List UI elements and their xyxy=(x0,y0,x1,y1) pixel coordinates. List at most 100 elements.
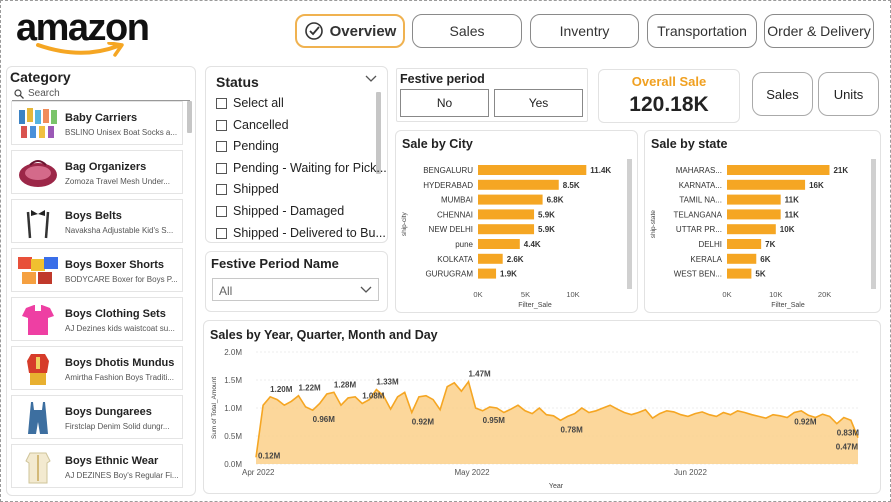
tab-label: Order & Delivery xyxy=(767,23,871,39)
data-label: 1.22M xyxy=(298,384,321,393)
chevron-down-icon[interactable] xyxy=(365,75,377,83)
status-option-shipped-damaged[interactable]: Shipped - Damaged xyxy=(216,204,344,218)
city-bar-chart: Sale by City BENGALURU 11.4K HYDERABAD 8.5K M… xyxy=(401,137,632,309)
checkbox-icon xyxy=(216,183,227,195)
data-label: 1.9K xyxy=(500,270,517,279)
data-label: 0.83M xyxy=(837,429,860,438)
category-item-baby-carriers[interactable]: Baby Carriers BSLINO Unisex Boat Socks a… xyxy=(11,101,183,145)
bag-thumbnail-icon xyxy=(19,160,57,187)
status-option-label: Shipped - Damaged xyxy=(233,204,345,218)
checkbox-icon xyxy=(216,119,227,131)
category-desc: Navaksha Adjustable Kid's S... xyxy=(65,226,174,235)
x-tick-label: 0K xyxy=(722,290,731,299)
data-label: 0.12M xyxy=(258,451,281,460)
data-label: 0.47M xyxy=(836,443,859,452)
bar xyxy=(727,253,757,264)
data-label: 8.5K xyxy=(563,181,580,190)
festive-name-dropdown[interactable]: All xyxy=(212,278,379,301)
x-tick-label: 10K xyxy=(566,290,579,299)
status-option-cancelled[interactable]: Cancelled xyxy=(216,118,289,132)
festive-name-title: Festive Period Name xyxy=(211,256,339,271)
bar xyxy=(478,209,535,220)
festive-no-button[interactable]: No xyxy=(400,89,489,117)
y-axis-label: Sum of Total_Amount xyxy=(211,377,218,439)
x-tick-label: 20K xyxy=(818,290,831,299)
category-desc: BSLINO Unisex Boat Socks a... xyxy=(65,128,178,137)
metric-label: Sales xyxy=(766,86,799,102)
status-option-pending[interactable]: Pending xyxy=(216,139,279,153)
category-name: Boys Clothing Sets xyxy=(65,308,166,320)
category-item-bag-organizers[interactable]: Bag Organizers Zomoza Travel Mesh Under.… xyxy=(11,150,183,194)
category-item-boys-dhotis-mundus[interactable]: Boys Dhotis Mundus Amirtha Fashion Boys … xyxy=(11,346,183,390)
status-option-shipped[interactable]: Shipped xyxy=(216,182,279,196)
data-label: 0.95M xyxy=(483,416,506,425)
category-label: HYDERABAD xyxy=(423,181,473,190)
bar xyxy=(478,194,543,205)
tab-order-delivery[interactable]: Order & Delivery xyxy=(764,14,874,48)
x-axis-label: Filter_Sale xyxy=(518,302,552,309)
category-scrollbar[interactable] xyxy=(187,101,192,133)
category-label: KERALA xyxy=(690,255,722,264)
category-desc: AJ Dezines kids waistcoat su... xyxy=(65,324,175,333)
tab-label: Transportation xyxy=(657,23,747,39)
chevron-down-icon xyxy=(360,286,372,293)
status-option-shipped-delivered[interactable]: Shipped - Delivered to Bu... xyxy=(216,226,386,240)
bar xyxy=(727,224,776,235)
y-tick-label: 1.5M xyxy=(224,376,242,385)
category-title: Category xyxy=(10,69,71,85)
x-axis-label: Filter_Sale xyxy=(771,302,805,309)
x-tick-label: 10K xyxy=(769,290,782,299)
bar xyxy=(478,165,587,175)
y-tick-label: 2.0M xyxy=(224,348,242,357)
category-desc: BODYCARE Boxer for Boys P... xyxy=(65,275,178,284)
tab-transportation[interactable]: Transportation xyxy=(647,14,757,48)
metric-units-button[interactable]: Units xyxy=(818,72,879,116)
category-item-boys-dungarees[interactable]: Boys Dungarees Firstclap Denim Solid dun… xyxy=(11,395,183,439)
suspenders-thumbnail-icon xyxy=(26,210,50,239)
tab-inventry[interactable]: Inventry xyxy=(530,14,639,48)
category-name: Boys Ethnic Wear xyxy=(65,455,159,467)
category-label: TELANGANA xyxy=(674,210,723,219)
x-axis-label: Year xyxy=(549,483,564,490)
bar xyxy=(727,268,752,279)
tab-overview[interactable]: Overview xyxy=(295,14,405,48)
checkbox-icon xyxy=(216,227,227,239)
tab-label: Sales xyxy=(449,23,485,39)
category-search[interactable]: Search xyxy=(14,88,60,99)
category-item-boys-clothing-sets[interactable]: Boys Clothing Sets AJ Dezines kids waist… xyxy=(11,297,183,341)
chart-scrollbar xyxy=(871,159,876,289)
tab-sales[interactable]: Sales xyxy=(412,14,522,48)
bar xyxy=(478,268,497,279)
category-label: pune xyxy=(455,240,473,249)
data-label: 5K xyxy=(755,270,765,279)
category-item-boys-ethnic-wear[interactable]: Boys Ethnic Wear AJ DEZINES Boy's Regula… xyxy=(11,444,183,488)
data-label: 6K xyxy=(760,255,770,264)
status-option-select-all[interactable]: Select all xyxy=(216,96,284,110)
festive-yes-button[interactable]: Yes xyxy=(494,89,583,117)
data-label: 5.9K xyxy=(538,225,555,234)
search-placeholder: Search xyxy=(28,88,60,99)
checkbox-icon xyxy=(216,162,227,174)
category-label: NEW DELHI xyxy=(429,225,473,234)
checkbox-icon xyxy=(216,140,227,152)
chart-title: Sale by City xyxy=(402,137,473,151)
data-label: 11.4K xyxy=(590,166,611,175)
socks-thumbnail-icon xyxy=(19,108,57,138)
metric-sales-button[interactable]: Sales xyxy=(752,72,813,116)
category-name: Boys Dhotis Mundus xyxy=(65,357,175,369)
ethnic-wear-thumbnail-icon xyxy=(25,452,51,484)
x-tick-label: May 2022 xyxy=(454,468,490,477)
search-icon xyxy=(14,88,24,99)
category-label: MAHARAS... xyxy=(676,166,722,175)
series-area xyxy=(256,381,858,464)
status-option-label: Shipped xyxy=(233,182,279,196)
status-option-pending-waiting[interactable]: Pending - Waiting for Pick... xyxy=(216,161,387,175)
chart-scrollbar xyxy=(627,159,632,289)
category-item-boys-belts[interactable]: Boys Belts Navaksha Adjustable Kid's S..… xyxy=(11,199,183,243)
status-option-label: Shipped - Delivered to Bu... xyxy=(233,226,386,240)
y-tick-label: 0.0M xyxy=(224,460,242,469)
category-name: Boys Boxer Shorts xyxy=(65,259,165,271)
category-item-boys-boxer-shorts[interactable]: Boys Boxer Shorts BODYCARE Boxer for Boy… xyxy=(11,248,183,292)
state-bar-chart: Sale by state MAHARAS... 21K KARNATA... 16K T… xyxy=(650,137,876,309)
status-option-label: Select all xyxy=(233,96,284,110)
